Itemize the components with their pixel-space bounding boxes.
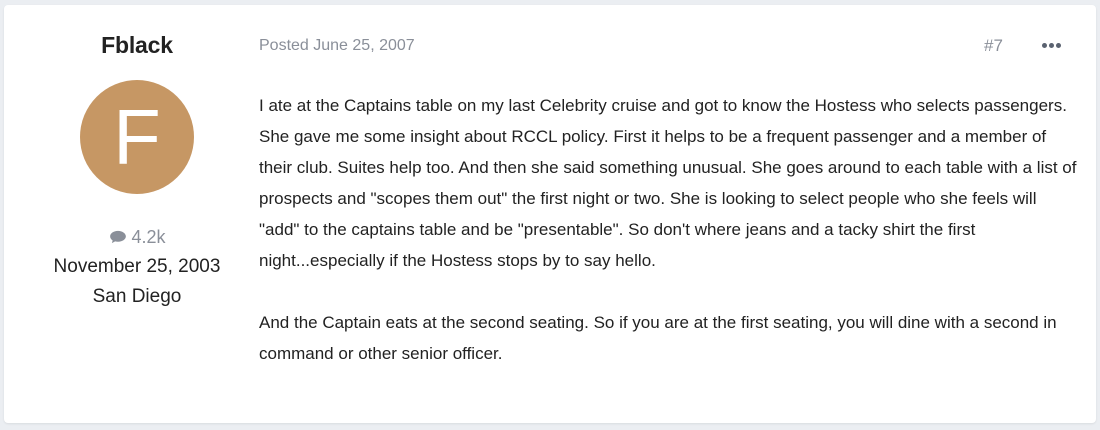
ellipsis-icon-dot bbox=[1056, 43, 1061, 48]
chat-bubble-icon bbox=[110, 230, 127, 244]
join-date: November 25, 2003 bbox=[53, 256, 221, 277]
post-content: I ate at the Captains table on my last C… bbox=[259, 90, 1079, 400]
post-number-link[interactable]: #7 bbox=[984, 36, 1003, 56]
post-count-value: 4.2k bbox=[131, 227, 166, 247]
forum-post: Fblack F 4.2k November 25, 2003 San Dieg… bbox=[4, 5, 1096, 423]
post-paragraph: And the Captain eats at the second seati… bbox=[259, 313, 1057, 363]
location: San Diego bbox=[92, 286, 182, 307]
post-paragraph: I ate at the Captains table on my last C… bbox=[259, 96, 1077, 270]
more-options-button[interactable] bbox=[1036, 35, 1066, 55]
ellipsis-icon-dot bbox=[1042, 43, 1047, 48]
avatar[interactable]: F bbox=[80, 80, 194, 194]
posted-date[interactable]: Posted June 25, 2007 bbox=[259, 37, 415, 55]
author-name[interactable]: Fblack bbox=[4, 32, 270, 59]
avatar-letter: F bbox=[113, 93, 161, 181]
author-panel: Fblack F 4.2k November 25, 2003 San Dieg… bbox=[4, 5, 270, 423]
ellipsis-icon-dot bbox=[1049, 43, 1054, 48]
post-count: 4.2k bbox=[4, 227, 270, 248]
